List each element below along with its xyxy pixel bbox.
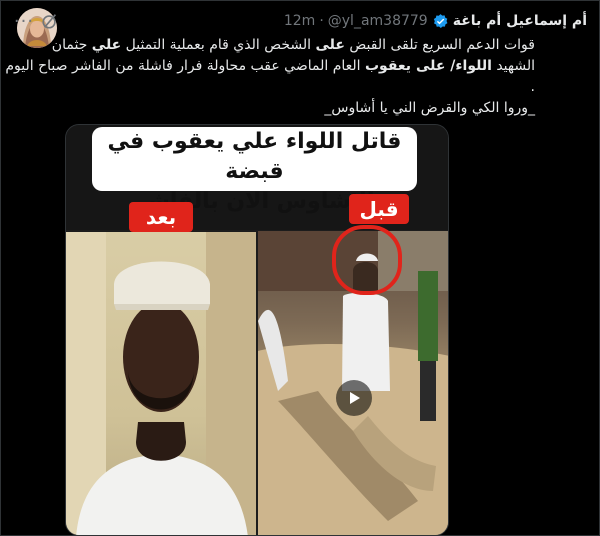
tweet-text-bold: على [315, 37, 345, 53]
tweet-header: ··· 12m · @yl_am38779 أم إسماعيل أم باغة [13, 9, 587, 33]
verified-icon [433, 13, 448, 28]
tweet-text-bold: اللواء/ على يعقوب [364, 58, 492, 74]
tweet-text-segment: . [530, 79, 535, 95]
tweet-text-line: _وروا الكي والقرض الني يا أشاوس_ [13, 98, 535, 119]
media-title-box: قاتل اللواء علي يعقوب في قبضة الاشاوس ال… [92, 127, 417, 214]
tweet-text-segment: جثمان [51, 37, 92, 53]
author-handle[interactable]: @yl_am38779 [328, 13, 428, 29]
separator: · [319, 13, 324, 29]
label-after: بعد [129, 202, 193, 232]
media-video[interactable]: قاتل اللواء علي يعقوب في قبضة الاشاوس ال… [65, 124, 449, 536]
author-meta: 12m · @yl_am38779 أم إسماعيل أم باغة [284, 13, 587, 30]
grok-icon[interactable] [41, 12, 59, 30]
tweet-text-segment: العام الماضي عقب محاولة فرار فاشلة من ال… [5, 58, 365, 74]
photo-after [66, 232, 256, 535]
tweet-text-segment: الشهيد [491, 58, 535, 74]
highlight-circle [332, 225, 402, 295]
more-icon[interactable]: ··· [13, 11, 35, 32]
play-button[interactable] [336, 380, 372, 416]
tweet-card[interactable]: ··· 12m · @yl_am38779 أم إسماعيل أم باغة… [0, 0, 600, 536]
tweet-text-segment: _وروا الكي والقرض الني يا أشاوس_ [324, 100, 535, 116]
timestamp[interactable]: 12m [284, 13, 315, 29]
tweet-text-bold: علي [91, 37, 122, 53]
play-icon [350, 392, 360, 404]
tweet-text: قوات الدعم السريع تلقى القبض على الشخص ا… [5, 35, 535, 119]
label-before: قبل [349, 194, 409, 224]
tweet-text-line: قوات الدعم السريع تلقى القبض على الشخص ا… [13, 35, 535, 56]
tweet-text-segment: قوات الدعم السريع تلقى القبض [344, 37, 535, 53]
tweet-text-segment: الشخص الذي قام بعملية التمثيل [121, 37, 316, 53]
media-title-line1: قاتل اللواء علي يعقوب في قبضة [107, 129, 402, 184]
tweet-text-line: . [13, 77, 535, 98]
author-display-name[interactable]: أم إسماعيل أم باغة [453, 13, 587, 29]
tweet-text-line: الشهيد اللواء/ على يعقوب العام الماضي عق… [5, 56, 535, 77]
